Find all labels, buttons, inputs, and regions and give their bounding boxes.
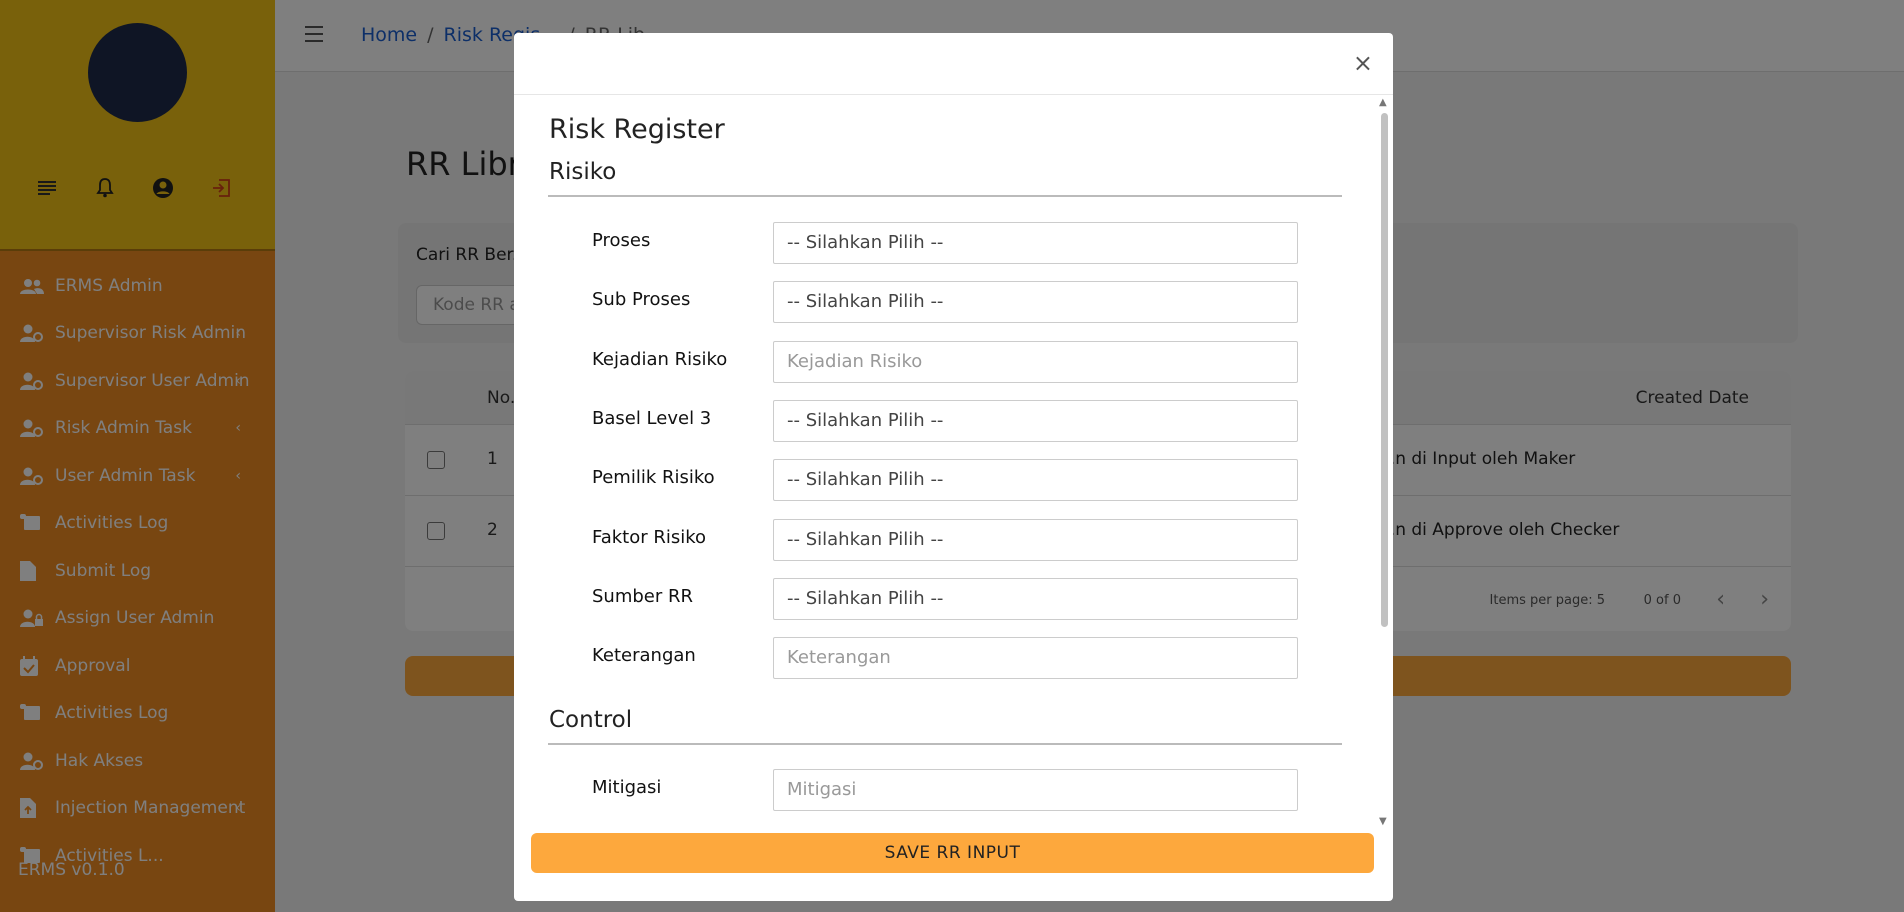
field-label-faktor-risiko: Faktor Risiko [592, 526, 707, 548]
select-sumber-rr[interactable]: -- Silahkan Pilih -- [773, 577, 1298, 620]
modal-scrollbar[interactable]: ▲ ▼ [1377, 97, 1391, 827]
section-control-heading: Control [549, 707, 633, 733]
field-label-kejadian-risiko: Kejadian Risiko [592, 348, 728, 370]
select-pemilik-risiko[interactable]: -- Silahkan Pilih -- [773, 459, 1298, 502]
input-mitigasi[interactable]: Mitigasi [773, 769, 1298, 811]
modal-title: Risk Register [549, 114, 725, 145]
field-label-proses: Proses [592, 230, 651, 251]
save-rr-input-button[interactable]: SAVE RR INPUT [531, 833, 1374, 873]
section-divider [548, 743, 1342, 745]
select-proses[interactable]: -- Silahkan Pilih -- [773, 222, 1298, 264]
close-icon[interactable]: × [1353, 49, 1373, 77]
modal-body: Risk Register Risiko Proses -- Silahkan P… [514, 96, 1393, 856]
section-risiko-heading: Risiko [549, 159, 617, 185]
select-faktor-risiko[interactable]: -- Silahkan Pilih -- [773, 518, 1298, 561]
modal-header: × [514, 33, 1393, 95]
field-label-keterangan: Keterangan [592, 645, 696, 667]
select-sub-proses[interactable]: -- Silahkan Pilih -- [773, 281, 1298, 324]
select-basel-level-3[interactable]: -- Silahkan Pilih -- [773, 399, 1298, 442]
scroll-thumb[interactable] [1381, 113, 1388, 627]
field-label-sumber-rr: Sumber RR [592, 585, 694, 607]
field-label-basel-level-3: Basel Level 3 [592, 407, 712, 429]
modal-footer: SAVE RR INPUT [514, 823, 1393, 901]
field-label-pemilik-risiko: Pemilik Risiko [592, 467, 715, 489]
input-kejadian-risiko[interactable]: Kejadian Risiko [773, 340, 1298, 383]
field-label-mitigasi: Mitigasi [592, 777, 662, 798]
scroll-up-icon[interactable]: ▲ [1379, 97, 1387, 108]
risk-register-modal: × Risk Register Risiko Proses -- Silahkan… [514, 33, 1393, 901]
input-keterangan[interactable]: Keterangan [773, 637, 1298, 680]
field-label-sub-proses: Sub Proses [592, 289, 691, 311]
section-divider [548, 195, 1342, 197]
